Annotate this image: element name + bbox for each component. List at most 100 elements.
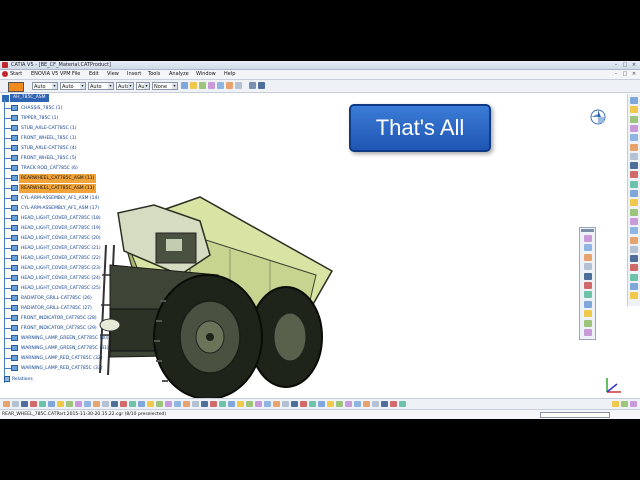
workbench-tool-icon[interactable] (630, 134, 638, 142)
workbench-tool-icon[interactable] (630, 217, 638, 225)
palette-tool-icon[interactable] (584, 300, 592, 308)
view-tool-icon[interactable] (309, 401, 316, 407)
view-tool-icon[interactable] (219, 401, 226, 407)
layer-icon[interactable] (217, 82, 224, 89)
view-tool-icon[interactable] (156, 401, 163, 407)
menu-analyze[interactable]: Analyze (169, 70, 189, 79)
view-tool-icon[interactable] (300, 401, 307, 407)
workbench-tool-icon[interactable] (630, 190, 638, 197)
view-tool-icon[interactable] (381, 401, 388, 407)
view-tool-icon[interactable] (291, 401, 298, 407)
catalog-icon[interactable] (249, 82, 256, 89)
view-tool-icon[interactable] (345, 401, 352, 407)
line-type-combo[interactable]: Auto ▾ (88, 82, 114, 90)
view-tool-icon[interactable] (138, 401, 145, 407)
line-weight-combo[interactable]: Auto ▾ (60, 82, 86, 90)
menu-help[interactable]: Help (224, 70, 235, 79)
view-tool-icon[interactable] (174, 401, 181, 407)
palette-tool-icon[interactable] (584, 253, 592, 261)
catia-logo-icon[interactable] (2, 71, 8, 77)
view-tool-icon[interactable] (111, 401, 118, 407)
workbench-tool-icon[interactable] (630, 115, 638, 123)
view-tool-icon[interactable] (354, 401, 361, 407)
menu-file[interactable]: File (72, 70, 80, 79)
close-button[interactable]: × (630, 62, 638, 68)
knowledge-icon[interactable] (258, 82, 265, 89)
properties-icon[interactable] (208, 82, 215, 89)
workbench-tool-icon[interactable] (630, 292, 638, 300)
command-input[interactable] (540, 412, 610, 418)
menu-window[interactable]: Window (196, 70, 216, 79)
doc-minimize-button[interactable]: – (612, 71, 620, 78)
select-icon[interactable] (190, 82, 197, 89)
view-tool-icon[interactable] (39, 401, 46, 407)
palette-tool-icon[interactable] (584, 244, 592, 252)
compass-icon[interactable] (589, 108, 607, 126)
palette-tool-icon[interactable] (584, 291, 592, 299)
view-tool-icon[interactable] (282, 401, 289, 407)
view-tool-icon[interactable] (273, 401, 280, 407)
view-tool-icon[interactable] (129, 401, 136, 407)
view-tool-icon[interactable] (612, 401, 619, 407)
palette-tool-icon[interactable] (584, 235, 592, 242)
view-tool-icon[interactable] (372, 401, 379, 407)
doc-close-button[interactable]: × (630, 71, 638, 78)
view-tool-icon[interactable] (363, 401, 370, 407)
measure-icon[interactable] (235, 82, 242, 89)
view-tool-icon[interactable] (3, 401, 10, 407)
menu-insert[interactable]: Insert (127, 70, 141, 79)
workbench-tool-icon[interactable] (630, 264, 638, 272)
workbench-tool-icon[interactable] (630, 106, 638, 114)
view-tool-icon[interactable] (255, 401, 262, 407)
workbench-tool-icon[interactable] (630, 162, 638, 170)
workbench-tool-icon[interactable] (630, 236, 638, 244)
menu-start[interactable]: Start (10, 70, 22, 79)
view-tool-icon[interactable] (12, 401, 19, 407)
workbench-tool-icon[interactable] (630, 143, 638, 151)
workbench-tool-icon[interactable] (630, 255, 638, 263)
view-tool-icon[interactable] (327, 401, 334, 407)
doc-maximize-button[interactable]: □ (621, 71, 629, 78)
view-tool-icon[interactable] (228, 401, 235, 407)
view-tool-icon[interactable] (192, 401, 199, 407)
view-tool-icon[interactable] (264, 401, 271, 407)
point-symbol-combo[interactable]: Auto ▾ (116, 82, 134, 90)
view-tool-icon[interactable] (183, 401, 190, 407)
view-tool-icon[interactable] (246, 401, 253, 407)
maximize-button[interactable]: □ (621, 62, 629, 68)
palette-tool-icon[interactable] (584, 272, 592, 280)
workbench-tool-icon[interactable] (630, 152, 638, 160)
workbench-tool-icon[interactable] (630, 283, 638, 290)
view-tool-icon[interactable] (318, 401, 325, 407)
filter-icon[interactable] (199, 82, 206, 89)
workbench-tool-icon[interactable] (630, 227, 638, 235)
view-tool-icon[interactable] (165, 401, 172, 407)
workbench-tool-icon[interactable] (630, 124, 638, 132)
view-tool-icon[interactable] (336, 401, 343, 407)
color-swatch[interactable] (8, 82, 24, 92)
palette-tool-icon[interactable] (584, 310, 592, 318)
palette-tool-icon[interactable] (584, 263, 592, 271)
render-icon[interactable] (226, 82, 233, 89)
workbench-tool-icon[interactable] (630, 171, 638, 179)
palette-tool-icon[interactable] (584, 329, 592, 336)
menu-view[interactable]: View (107, 70, 119, 79)
view-tool-icon[interactable] (30, 401, 37, 407)
workbench-tool-icon[interactable] (630, 180, 638, 188)
view-tool-icon[interactable] (399, 401, 406, 407)
menu-enovia[interactable]: ENOVIA V5 VPM (31, 70, 71, 79)
palette-tool-icon[interactable] (584, 319, 592, 327)
view-tool-icon[interactable] (57, 401, 64, 407)
workbench-tool-icon[interactable] (630, 208, 638, 216)
toolbar-grip[interactable] (581, 229, 594, 232)
view-tool-icon[interactable] (102, 401, 109, 407)
view-tool-icon[interactable] (21, 401, 28, 407)
layer-combo[interactable]: None ▾ (152, 82, 178, 90)
view-tool-icon[interactable] (66, 401, 73, 407)
transparency-combo[interactable]: Auto ▾ (32, 82, 58, 90)
minimize-button[interactable]: – (612, 62, 620, 68)
view-tool-icon[interactable] (147, 401, 154, 407)
view-tool-icon[interactable] (630, 401, 637, 407)
workbench-tool-icon[interactable] (630, 97, 638, 104)
menu-edit[interactable]: Edit (89, 70, 99, 79)
